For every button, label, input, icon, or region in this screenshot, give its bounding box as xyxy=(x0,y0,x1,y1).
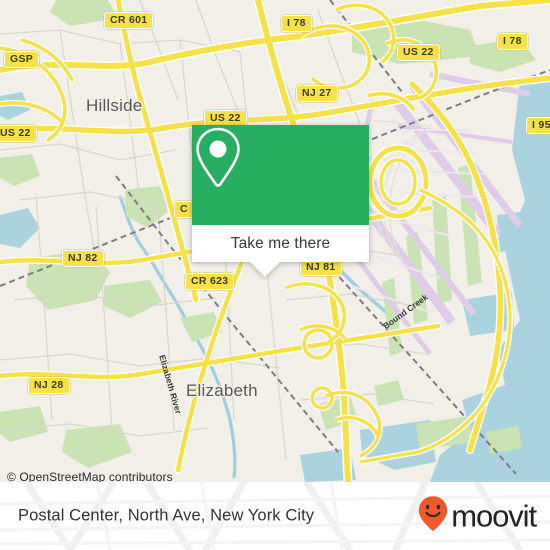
road-shield[interactable]: US 22 xyxy=(0,125,37,142)
page-title: Postal Center, North Ave, New York City xyxy=(18,506,315,525)
place-label: Elizabeth xyxy=(186,381,258,400)
road-shield[interactable]: I 78 xyxy=(497,33,528,50)
moovit-wordmark: moovit xyxy=(451,498,537,534)
moovit-map-screenshot: Hillside Elizabeth Elizabeth River Bound… xyxy=(0,0,550,550)
osm-attribution[interactable]: © OpenStreetMap contributors xyxy=(7,470,173,482)
moovit-brand[interactable]: moovit xyxy=(418,496,537,537)
footer-bar: Postal Center, North Ave, New York City … xyxy=(0,482,550,550)
road-shield[interactable]: NJ 82 xyxy=(62,250,104,267)
road-shield[interactable]: US 22 xyxy=(397,44,440,61)
take-me-there-label: Take me there xyxy=(230,234,331,252)
take-me-there-callout[interactable]: Take me there xyxy=(192,125,369,277)
moovit-smiley-pin-icon xyxy=(418,496,448,537)
road-shield[interactable]: GSP xyxy=(4,51,40,68)
road-shield[interactable]: I 95 xyxy=(526,117,550,134)
road-shield[interactable]: NJ 27 xyxy=(296,85,338,102)
road-shield[interactable]: CR 623 xyxy=(185,273,235,290)
road-shield[interactable]: I 78 xyxy=(281,15,312,32)
map-canvas[interactable]: Hillside Elizabeth Elizabeth River Bound… xyxy=(0,0,550,482)
callout-pointer-tail xyxy=(249,261,281,277)
place-label: Hillside xyxy=(86,96,143,115)
road-shield[interactable]: C xyxy=(174,201,194,218)
road-shield[interactable]: CR 601 xyxy=(104,12,154,29)
callout-action-bar[interactable]: Take me there xyxy=(192,225,369,277)
road-shield[interactable]: NJ 28 xyxy=(28,377,70,394)
callout-icon-area xyxy=(192,125,369,225)
